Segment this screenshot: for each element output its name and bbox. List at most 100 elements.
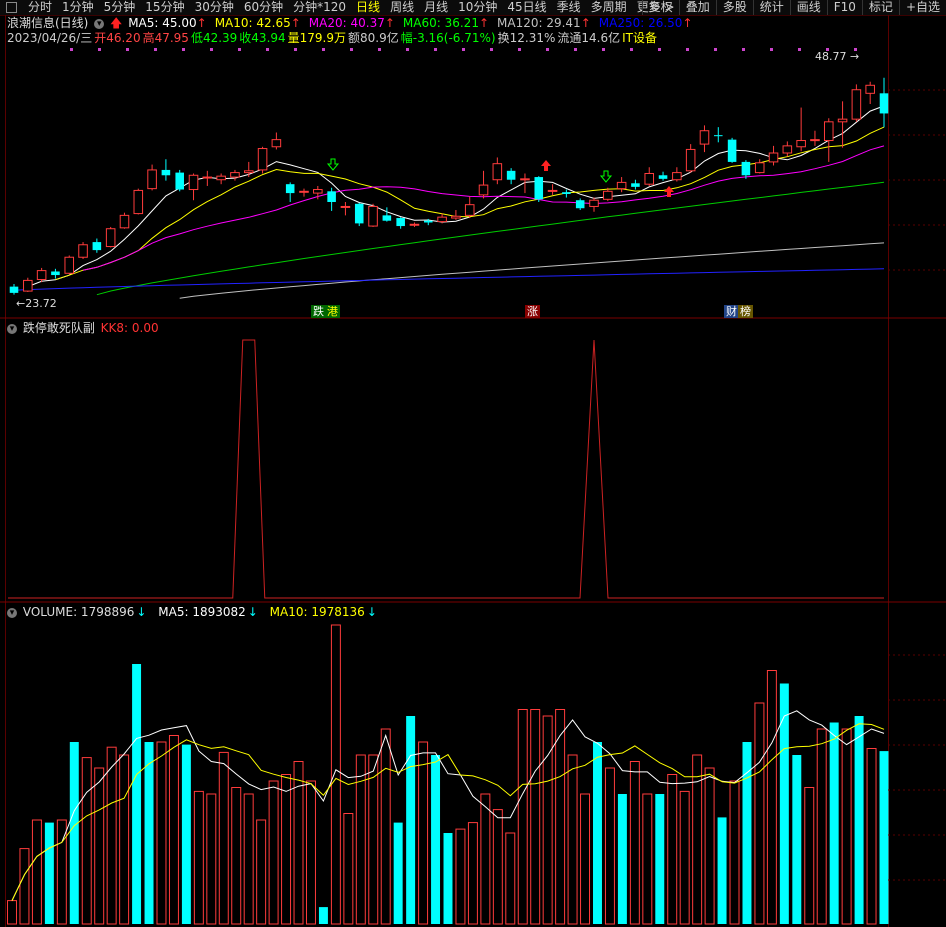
volume-bar xyxy=(305,780,316,925)
volume-bar xyxy=(318,907,328,924)
top-dot-marker xyxy=(406,48,409,51)
top-dot-marker xyxy=(658,48,661,51)
candle-body xyxy=(879,93,889,114)
candle-body xyxy=(837,118,848,123)
volume-bar xyxy=(555,709,566,925)
candle-body xyxy=(257,148,268,171)
top-dot-marker xyxy=(322,48,325,51)
top-dot-marker xyxy=(798,48,801,51)
candle-body xyxy=(562,192,571,194)
candle-body xyxy=(506,170,516,180)
kk8-line xyxy=(8,339,884,599)
volume-bar xyxy=(455,828,466,925)
volume-bar xyxy=(181,744,191,924)
marker-die[interactable]: 跌 xyxy=(311,305,326,318)
candle-body xyxy=(354,203,364,224)
candle-body xyxy=(810,139,820,142)
candle-body xyxy=(64,256,75,274)
top-dot-marker xyxy=(182,48,185,51)
ma250-line xyxy=(13,268,885,291)
buy-signal-arrow-icon xyxy=(541,160,551,171)
marker-bang[interactable]: 榜 xyxy=(738,305,753,318)
volume-bar xyxy=(517,709,528,925)
volume-bar xyxy=(467,822,478,925)
candle-body xyxy=(271,139,282,148)
volume-bar xyxy=(580,793,591,925)
candle-body xyxy=(230,172,240,178)
marker-cai[interactable]: 财 xyxy=(724,305,739,318)
volume-ma10: MA10: 1978136 xyxy=(269,605,365,619)
sell-signal-arrow-icon xyxy=(326,158,340,171)
candle-body xyxy=(409,223,420,226)
candle-body xyxy=(105,228,116,248)
top-dot-marker xyxy=(154,48,157,51)
volume-bar xyxy=(604,767,615,925)
candle-body xyxy=(616,181,627,190)
marker-zhang[interactable]: 涨 xyxy=(525,305,540,318)
volume-bar xyxy=(816,728,827,925)
candle-body xyxy=(851,89,862,120)
top-dot-marker xyxy=(574,48,577,51)
volume-bar xyxy=(268,780,279,925)
volume-bar xyxy=(44,822,54,924)
volume-bar xyxy=(256,819,267,925)
volume-bar xyxy=(132,664,142,924)
candle-body xyxy=(575,200,585,209)
top-dot-marker xyxy=(714,48,717,51)
top-dot-marker xyxy=(462,48,465,51)
volume-settings-icon[interactable]: ▾ xyxy=(7,607,17,618)
candle-body xyxy=(202,176,213,179)
volume-bar xyxy=(593,742,602,924)
candle-body xyxy=(823,121,834,142)
volume-bar xyxy=(406,716,416,924)
volume-bar xyxy=(480,793,491,925)
candle-body xyxy=(741,161,751,176)
indicator-name[interactable]: 跌停敢死队副 xyxy=(23,321,95,335)
kline-chart[interactable]: 48.77 → ←23.72 xyxy=(0,0,946,927)
candle-body xyxy=(478,184,489,196)
candle-body xyxy=(243,170,254,174)
volume-bar xyxy=(617,794,627,924)
candle-body xyxy=(382,215,392,221)
volume-bar xyxy=(330,624,341,925)
kk8-value: KK8: 0.00 xyxy=(100,321,159,335)
candle-body xyxy=(424,220,433,223)
candle-body xyxy=(78,244,88,258)
volume-bar xyxy=(368,754,379,925)
candle-body xyxy=(313,189,323,194)
volume-bar xyxy=(754,702,765,925)
candle-body xyxy=(175,172,184,190)
volume-bar xyxy=(19,848,30,925)
volume-bar xyxy=(94,767,105,925)
candle-body xyxy=(714,135,723,137)
volume-bar xyxy=(854,716,864,924)
volume-value: VOLUME: 1798896 xyxy=(22,605,135,619)
candle-body xyxy=(23,279,33,292)
candle-body xyxy=(161,169,171,176)
volume-bar xyxy=(31,819,42,925)
candle-body xyxy=(727,139,737,162)
candle-body xyxy=(754,162,765,174)
volume-bar xyxy=(492,809,503,925)
candle-body xyxy=(451,215,461,219)
candle-body xyxy=(796,140,806,148)
volume-bar xyxy=(879,751,889,924)
volume-bar xyxy=(866,748,877,925)
candle-body xyxy=(658,175,668,179)
candle-body xyxy=(119,214,130,229)
top-dot-marker xyxy=(602,48,605,51)
candle-body xyxy=(520,178,530,181)
candle-body xyxy=(36,270,47,281)
volume-bar xyxy=(418,741,429,925)
volume-bar xyxy=(729,780,740,925)
marker-gang[interactable]: 港 xyxy=(325,305,340,318)
indicator-settings-icon[interactable]: ▾ xyxy=(7,323,17,334)
volume-bar xyxy=(343,813,354,925)
volume-bar xyxy=(380,728,391,925)
volume-bar xyxy=(642,793,653,925)
candle-body xyxy=(327,191,336,202)
volume-header: ▾ VOLUME: 1798896 ↓ MA5: 1893082 ↓ MA10: 1… xyxy=(7,605,379,619)
candle-body xyxy=(631,183,640,187)
volume-bar xyxy=(766,670,777,925)
candle-body xyxy=(644,172,655,185)
